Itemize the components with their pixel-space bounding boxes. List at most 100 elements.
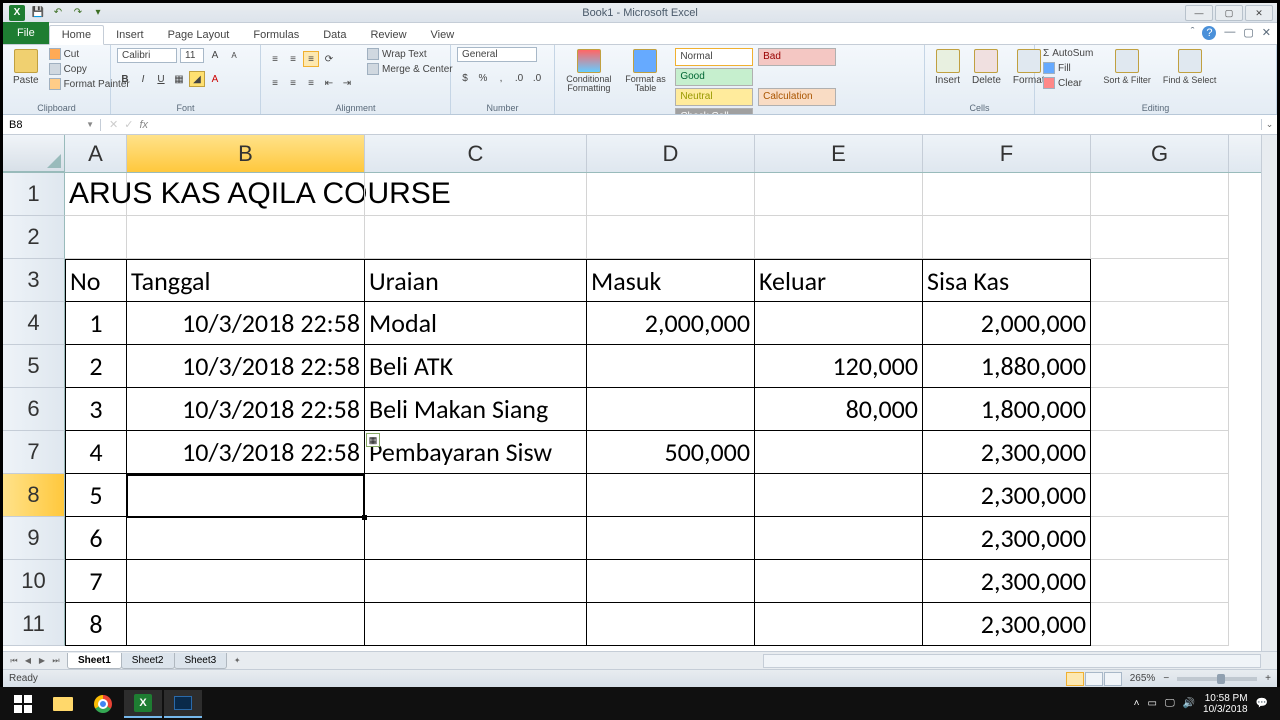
cell-g2[interactable] <box>1091 216 1229 259</box>
row-header-7[interactable]: 7 <box>3 431 65 474</box>
cell-b8[interactable] <box>127 474 365 517</box>
tab-insert[interactable]: Insert <box>104 26 156 44</box>
style-normal[interactable]: Normal <box>675 48 753 66</box>
style-check-cell[interactable]: Check Cell <box>675 108 753 115</box>
cell-e7[interactable] <box>755 431 923 474</box>
cell-f7[interactable]: 2,300,000 <box>923 431 1091 474</box>
doc-max-icon[interactable]: ▢ <box>1243 26 1253 40</box>
row-header-5[interactable]: 5 <box>3 345 65 388</box>
cell-g11[interactable] <box>1091 603 1229 646</box>
cell-f8[interactable]: 2,300,000 <box>923 474 1091 517</box>
cell-c1[interactable] <box>365 173 587 216</box>
cell-c6[interactable]: Beli Makan Siang <box>365 388 587 431</box>
cell-a5[interactable]: 2 <box>65 345 127 388</box>
start-button[interactable] <box>4 690 42 718</box>
cell-a2[interactable] <box>65 216 127 259</box>
zoom-slider[interactable] <box>1177 677 1257 681</box>
row-header-4[interactable]: 4 <box>3 302 65 345</box>
conditional-formatting-button[interactable]: Conditional Formatting <box>561 47 617 95</box>
cell-f6[interactable]: 1,800,000 <box>923 388 1091 431</box>
number-format-select[interactable]: General <box>457 47 537 62</box>
cell-a6[interactable]: 3 <box>65 388 127 431</box>
cell-e8[interactable] <box>755 474 923 517</box>
cell-g7[interactable] <box>1091 431 1229 474</box>
sort-filter-button[interactable]: Sort & Filter <box>1099 47 1155 87</box>
find-select-button[interactable]: Find & Select <box>1159 47 1221 87</box>
style-bad[interactable]: Bad <box>758 48 836 66</box>
col-header-c[interactable]: C <box>365 135 587 172</box>
cell-c2[interactable] <box>365 216 587 259</box>
doc-close-icon[interactable]: ✕ <box>1262 26 1271 40</box>
doc-min-icon[interactable]: — <box>1224 26 1235 40</box>
cell-g9[interactable] <box>1091 517 1229 560</box>
comma-icon[interactable]: , <box>493 70 509 86</box>
tray-chevron-icon[interactable]: ˄ <box>1134 698 1140 709</box>
cell-c7[interactable]: Pembayaran Sisw <box>365 431 587 474</box>
sheet-tab-2[interactable]: Sheet2 <box>121 653 175 669</box>
cell-f9[interactable]: 2,300,000 <box>923 517 1091 560</box>
zoom-percent[interactable]: 265% <box>1130 673 1156 684</box>
tab-review[interactable]: Review <box>358 26 418 44</box>
fill-handle[interactable] <box>362 515 367 520</box>
taskbar-explorer[interactable] <box>44 690 82 718</box>
cell-f11[interactable]: 2,300,000 <box>923 603 1091 646</box>
cell-c10[interactable] <box>365 560 587 603</box>
sheet-nav-prev[interactable]: ◀ <box>21 654 35 668</box>
merge-center-button[interactable]: Merge & Center <box>365 62 455 76</box>
row-header-2[interactable]: 2 <box>3 216 65 259</box>
font-name-select[interactable]: Calibri <box>117 48 177 63</box>
cell-b2[interactable] <box>127 216 365 259</box>
grow-font-icon[interactable]: A <box>207 47 223 63</box>
taskbar-chrome[interactable] <box>84 690 122 718</box>
cell-b7[interactable]: 10/3/2018 22:58 <box>127 431 365 474</box>
cell-b5[interactable]: 10/3/2018 22:58 <box>127 345 365 388</box>
cell-a9[interactable]: 6 <box>65 517 127 560</box>
cell-g4[interactable] <box>1091 302 1229 345</box>
dec-decimal-icon[interactable]: .0 <box>529 70 545 86</box>
cell-d9[interactable] <box>587 517 755 560</box>
col-header-d[interactable]: D <box>587 135 755 172</box>
cell-a7[interactable]: 4 <box>65 431 127 474</box>
currency-icon[interactable]: $ <box>457 70 473 86</box>
fx-icon[interactable]: fx <box>139 119 148 131</box>
taskbar-excel[interactable]: X <box>124 690 162 718</box>
cell-b9[interactable] <box>127 517 365 560</box>
font-color-button[interactable]: A <box>207 71 223 87</box>
cell-b4[interactable]: 10/3/2018 22:58 <box>127 302 365 345</box>
cell-e1[interactable] <box>755 173 923 216</box>
align-bottom-icon[interactable]: ≡ <box>303 51 319 67</box>
cancel-formula-icon[interactable]: ✕ <box>109 118 118 131</box>
row-header-6[interactable]: 6 <box>3 388 65 431</box>
minimize-button[interactable]: — <box>1185 5 1213 21</box>
style-neutral[interactable]: Neutral <box>675 88 753 106</box>
worksheet-grid[interactable]: A B C D E F G 1 ARUS KAS AQILA COURSE 2 <box>3 135 1277 651</box>
tray-battery-icon[interactable]: ▭ <box>1148 698 1157 709</box>
tray-notifications-icon[interactable]: 💬 <box>1256 698 1268 709</box>
sheet-tab-3[interactable]: Sheet3 <box>174 653 228 669</box>
row-header-3[interactable]: 3 <box>3 259 65 302</box>
autosum-button[interactable]: Σ AutoSum <box>1041 47 1095 60</box>
cell-f10[interactable]: 2,300,000 <box>923 560 1091 603</box>
tab-home[interactable]: Home <box>49 25 104 45</box>
inc-decimal-icon[interactable]: .0 <box>511 70 527 86</box>
cell-g8[interactable] <box>1091 474 1229 517</box>
cell-d11[interactable] <box>587 603 755 646</box>
orientation-icon[interactable]: ⟳ <box>321 51 337 67</box>
cell-d10[interactable] <box>587 560 755 603</box>
cell-b6[interactable]: 10/3/2018 22:58 <box>127 388 365 431</box>
cell-f3[interactable]: Sisa Kas <box>923 259 1091 302</box>
cell-c5[interactable]: Beli ATK <box>365 345 587 388</box>
cell-a3[interactable]: No <box>65 259 127 302</box>
fill-button[interactable]: Fill <box>1041 61 1095 75</box>
select-all-corner[interactable] <box>3 135 65 172</box>
cell-d2[interactable] <box>587 216 755 259</box>
new-sheet-button[interactable]: ✦ <box>230 654 244 668</box>
row-header-11[interactable]: 11 <box>3 603 65 646</box>
tray-clock[interactable]: 10:58 PM 10/3/2018 <box>1203 693 1248 715</box>
enter-formula-icon[interactable]: ✓ <box>124 118 133 131</box>
sheet-nav-next[interactable]: ▶ <box>35 654 49 668</box>
cell-d8[interactable] <box>587 474 755 517</box>
cell-d6[interactable] <box>587 388 755 431</box>
tab-view[interactable]: View <box>419 26 467 44</box>
bold-button[interactable]: B <box>117 71 133 87</box>
